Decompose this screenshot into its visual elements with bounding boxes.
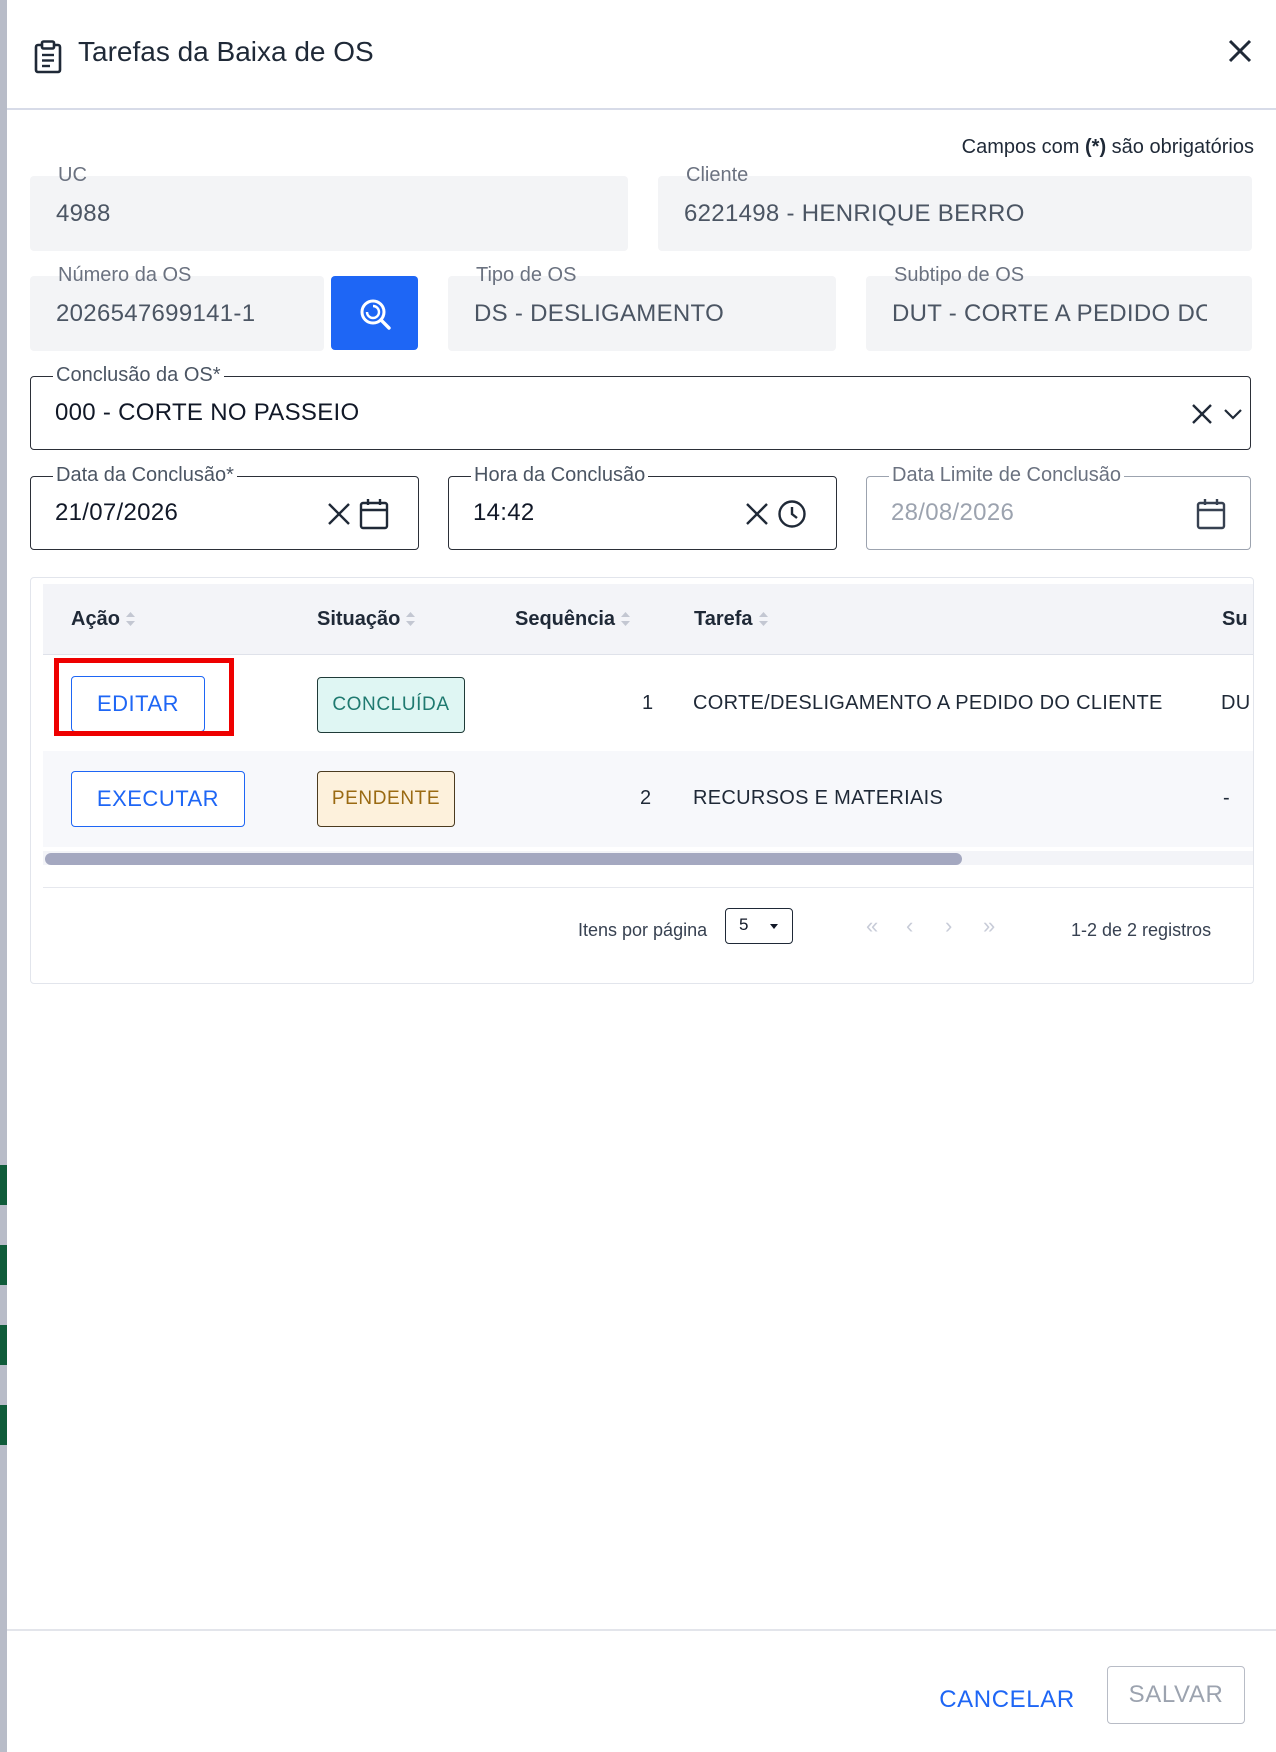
close-icon[interactable] [1225,36,1255,66]
cliente-field: Cliente 6221498 - HENRIQUE BERRO [658,164,1252,251]
required-note-suffix: são obrigatórios [1106,136,1254,158]
column-header-subtipo[interactable]: Su [1222,608,1248,631]
background-mark [0,1165,7,1205]
sort-icon [406,612,416,626]
required-note-marker: (*) [1085,136,1107,158]
prev-page-button[interactable]: ‹ [906,913,913,939]
conclusao-os-value: 000 - CORTE NO PASSEIO [55,399,360,426]
background-mark [0,1325,7,1365]
clear-icon[interactable] [1191,403,1213,425]
hora-conclusao-field[interactable]: Hora da Conclusão 14:42 [448,464,837,550]
data-limite-value: 28/08/2026 [891,499,1015,526]
tipo-os-value: DS - DESLIGAMENTO [474,300,725,327]
subtype-cell: DU [1221,692,1251,714]
table-header: Ação Situação Sequência Tarefa Su [43,584,1253,655]
page-size-select[interactable]: 5 [725,908,793,944]
uc-value: 4988 [56,200,111,227]
table-row: EXECUTAR PENDENTE 2 RECURSOS E MATERIAIS… [43,751,1253,847]
uc-label: UC [58,164,87,186]
required-note-prefix: Campos com [961,136,1086,158]
status-badge: CONCLUÍDA [317,677,465,733]
data-conclusao-field[interactable]: Data da Conclusão* 21/07/2026 [30,464,419,550]
dialog-header: Tarefas da Baixa de OS [7,0,1276,110]
task-cell: RECURSOS E MATERIAIS [693,787,944,809]
task-cell: CORTE/DESLIGAMENTO A PEDIDO DO CLIENTE [693,692,1163,714]
column-header-situacao[interactable]: Situação [317,608,416,631]
horizontal-scrollbar-thumb[interactable] [45,853,962,865]
subtipo-os-value: DUT - CORTE A PEDIDO DO [892,300,1207,327]
subtipo-os-field: Subtipo de OS DUT - CORTE A PEDIDO DO [866,264,1252,351]
required-fields-note: Campos com (*) são obrigatórios [962,136,1254,159]
column-header-situacao-label: Situação [317,608,401,630]
data-limite-label: Data Limite de Conclusão [889,464,1125,487]
column-header-tarefa[interactable]: Tarefa [694,608,768,631]
numero-os-value: 2026547699141-1 [56,300,256,327]
tipo-os-label: Tipo de OS [476,264,577,286]
calendar-icon[interactable] [359,498,389,530]
clipboard-icon [34,40,62,74]
search-icon [360,299,391,330]
column-header-acao-label: Ação [71,608,120,630]
cliente-value: 6221498 - HENRIQUE BERRO [684,200,1025,227]
conclusao-os-select[interactable]: Conclusão da OS* 000 - CORTE NO PASSEIO [30,364,1251,450]
calendar-icon [1196,499,1226,530]
data-limite-field: Data Limite de Conclusão 28/08/2026 [866,464,1251,550]
first-page-button[interactable]: « [866,913,878,939]
hora-conclusao-value: 14:42 [473,499,535,526]
dialog: Tarefas da Baixa de OS Campos com (*) sã… [7,0,1276,1752]
execute-task-button[interactable]: EXECUTAR [71,771,245,827]
column-header-acao[interactable]: Ação [71,608,135,631]
pagination-range: 1-2 de 2 registros [1071,920,1212,940]
clear-icon[interactable] [745,502,769,526]
sequence-cell: 1 [642,692,654,714]
next-page-button[interactable]: › [945,913,952,939]
status-badge: PENDENTE [317,771,455,827]
annotation-highlight [54,658,234,736]
clear-icon[interactable] [327,502,351,526]
tasks-table-card: Ação Situação Sequência Tarefa Su EDITAR… [30,577,1254,984]
divider [43,887,1253,888]
data-conclusao-label: Data da Conclusão* [53,464,237,487]
sort-icon [621,612,631,626]
dialog-title: Tarefas da Baixa de OS [78,36,374,67]
cancel-button[interactable]: CANCELAR [927,1670,1087,1730]
uc-field: UC 4988 [30,164,628,251]
sort-icon [758,612,768,626]
sort-icon [125,612,135,626]
hora-conclusao-label: Hora da Conclusão [471,464,649,487]
numero-os-label: Número da OS [58,264,192,286]
background-mark [0,1245,7,1285]
items-per-page-label: Itens por página [578,920,708,940]
column-header-tarefa-label: Tarefa [694,608,753,630]
subtipo-os-label: Subtipo de OS [894,264,1025,286]
page-size-value: 5 [739,915,749,934]
data-conclusao-value: 21/07/2026 [55,499,179,526]
conclusao-os-label: Conclusão da OS* [53,364,224,387]
subtype-cell: - [1223,787,1230,809]
chevron-down-icon[interactable] [1223,407,1243,421]
divider [7,1629,1276,1631]
caret-down-icon [770,924,778,929]
tipo-os-field: Tipo de OS DS - DESLIGAMENTO [448,264,836,351]
search-os-button[interactable] [331,276,418,350]
background-mark [0,1405,7,1445]
sequence-cell: 2 [640,787,652,809]
save-button[interactable]: SALVAR [1107,1666,1245,1724]
background-page-strip [0,0,7,1752]
clock-icon[interactable] [777,499,807,529]
numero-os-field: Número da OS 2026547699141-1 [30,264,324,351]
column-header-sequencia[interactable]: Sequência [515,608,631,631]
last-page-button[interactable]: » [983,913,995,939]
cliente-label: Cliente [686,164,749,186]
column-header-sequencia-label: Sequência [515,608,616,630]
